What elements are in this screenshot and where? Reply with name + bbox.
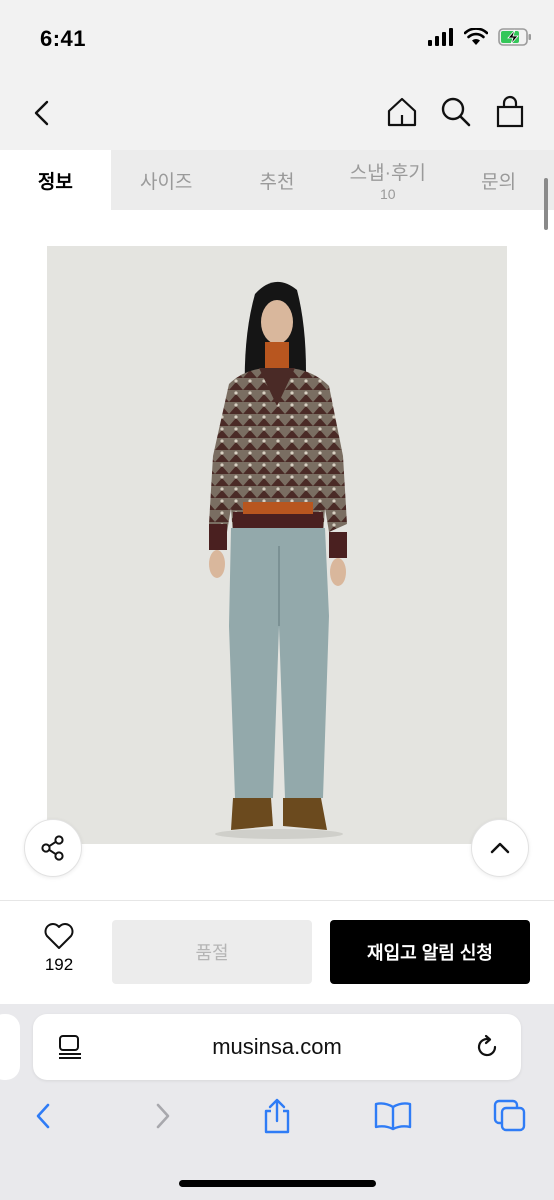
app-header (0, 80, 554, 150)
book-icon (374, 1102, 412, 1131)
tab-recommend[interactable]: 추천 (222, 150, 333, 210)
review-count: 10 (380, 186, 396, 202)
restock-alert-button[interactable]: 재입고 알림 신청 (330, 920, 530, 984)
shopping-bag-icon (496, 95, 524, 128)
home-indicator (179, 1180, 376, 1187)
browser-chrome: musinsa.com (0, 1004, 554, 1200)
tab-label: 문의 (481, 171, 517, 193)
tab-info[interactable]: 정보 (0, 150, 111, 210)
scrollbar[interactable] (544, 178, 548, 230)
tab-size[interactable]: 사이즈 (111, 150, 222, 210)
previous-tab-card[interactable] (0, 1014, 20, 1080)
search-icon (441, 97, 471, 127)
product-image[interactable] (47, 246, 507, 844)
tab-label: 스냅·후기 (349, 163, 426, 184)
browser-tabs-button[interactable] (490, 1096, 530, 1136)
tab-snap-review[interactable]: 스냅·후기 10 (332, 150, 443, 210)
battery-charging-icon (498, 28, 531, 46)
back-button[interactable] (26, 96, 60, 130)
reload-icon[interactable] (473, 1033, 501, 1061)
tab-label: 사이즈 (139, 171, 193, 193)
browser-bookmarks-button[interactable] (373, 1096, 413, 1136)
tab-label: 정보 (37, 171, 73, 193)
tabs-icon (493, 1099, 526, 1132)
chevron-left-icon (34, 100, 49, 126)
heart-icon (44, 923, 74, 949)
chevron-left-icon (36, 1103, 50, 1129)
purchase-bar: 192 품절 재입고 알림 신청 (0, 900, 554, 1004)
home-icon (387, 97, 417, 127)
cart-button[interactable] (492, 94, 528, 130)
tab-label: 추천 (259, 171, 295, 193)
share-upload-icon (264, 1098, 290, 1134)
url-text: musinsa.com (212, 1034, 342, 1059)
product-content (0, 178, 554, 900)
share-button[interactable] (24, 819, 82, 877)
status-bar: 6:41 (0, 0, 554, 80)
signal-icon (428, 28, 453, 46)
share-icon (41, 835, 64, 861)
browser-back-button[interactable] (24, 1096, 64, 1136)
header-actions (384, 94, 528, 130)
like-count: 192 (44, 955, 74, 974)
browser-toolbar (0, 1096, 554, 1136)
model-photo (47, 246, 507, 844)
wifi-icon (464, 28, 488, 45)
status-icons (428, 28, 532, 46)
search-button[interactable] (438, 94, 474, 130)
browser-share-button[interactable] (257, 1096, 297, 1136)
address-bar[interactable]: musinsa.com (33, 1014, 521, 1080)
soldout-button: 품절 (112, 920, 312, 984)
tab-inquiry[interactable]: 문의 (443, 150, 554, 210)
chevron-right-icon (156, 1103, 170, 1129)
status-time: 6:41 (40, 26, 87, 51)
product-tabs: 정보 사이즈 추천 스냅·후기 10 문의 (0, 150, 554, 210)
home-button[interactable] (384, 94, 420, 130)
chevron-up-icon (490, 842, 510, 854)
scroll-top-button[interactable] (471, 819, 529, 877)
browser-forward-button[interactable] (142, 1096, 182, 1136)
like-button[interactable]: 192 (24, 921, 94, 985)
